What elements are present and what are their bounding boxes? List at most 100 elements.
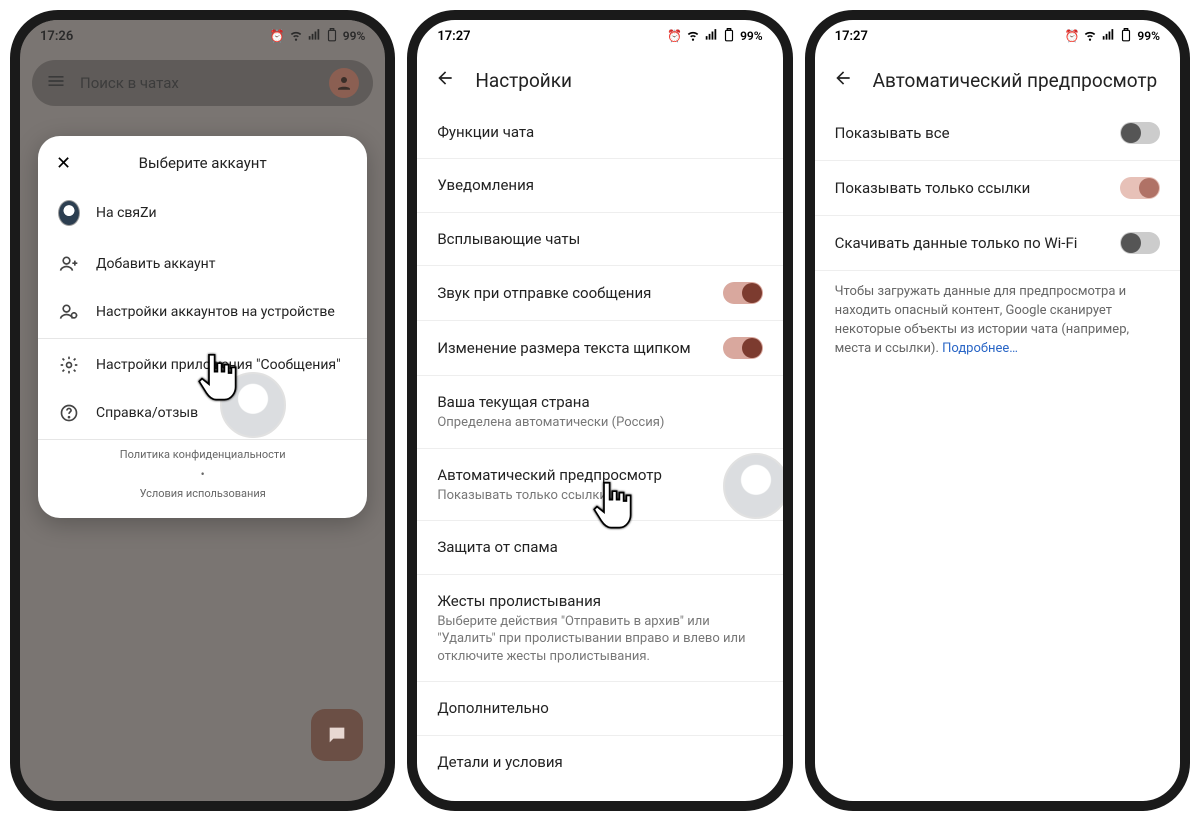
wifi-icon [1083, 28, 1097, 45]
profile-avatar-button[interactable] [329, 68, 359, 98]
row-swipe[interactable]: Жесты пролистывания Выберите действия "О… [417, 575, 782, 683]
help-icon [58, 403, 80, 423]
row-about[interactable]: Детали и условия [417, 736, 782, 788]
privacy-link[interactable]: Политика конфиденциальности [38, 442, 367, 467]
wifi-icon [289, 28, 303, 45]
row-chat-features[interactable]: Функции чата [417, 106, 782, 159]
row-send-sound[interactable]: Звук при отправке сообщения [417, 266, 782, 321]
row-auto-preview[interactable]: Автоматический предпросмотр Показывать т… [417, 449, 782, 522]
phone-2: 17:27 ⏰ 99% Настройки Функции чата Уведо… [407, 10, 792, 811]
toggle-send-sound[interactable] [723, 282, 763, 304]
statusbar: 17:26 ⏰ 99% [20, 20, 385, 52]
app-settings-row[interactable]: Настройки приложения "Сообщения" [38, 341, 367, 389]
row-pinch-text[interactable]: Изменение размера текста щипком [417, 321, 782, 376]
row-country[interactable]: Ваша текущая страна Определена автоматич… [417, 376, 782, 449]
toggle-wifi-only[interactable] [1120, 232, 1160, 254]
add-account-icon [58, 254, 80, 274]
back-icon[interactable] [435, 68, 455, 92]
row-label: Функции чата [437, 122, 762, 142]
preview-list: Показывать все Показывать только ссылки … [815, 106, 1180, 271]
appbar: Настройки [417, 52, 782, 106]
toggle-show-all[interactable] [1120, 122, 1160, 144]
device-accounts-icon [58, 302, 80, 322]
terms-link[interactable]: Условия использования [38, 481, 367, 506]
row-label: Детали и условия [437, 752, 762, 772]
signal-icon [307, 28, 321, 45]
row-label: Дополнительно [437, 698, 762, 718]
row-sublabel: Выберите действия "Отправить в архив" ил… [437, 613, 762, 666]
battery-icon [1119, 28, 1133, 45]
row-only-links[interactable]: Показывать только ссылки [815, 161, 1180, 216]
alarm-icon: ⏰ [1064, 29, 1079, 43]
signal-icon [1101, 28, 1115, 45]
account-row[interactable]: На свяZи [38, 186, 367, 240]
signal-icon [704, 28, 718, 45]
row-sublabel: Показывать только ссылки [437, 487, 762, 505]
footer-dot: • [38, 467, 367, 481]
app-settings-label: Настройки приложения "Сообщения" [96, 357, 341, 373]
row-spam[interactable]: Защита от спама [417, 521, 782, 574]
page-title: Настройки [475, 69, 572, 92]
row-label: Уведомления [437, 175, 762, 195]
search-placeholder: Поиск в чатах [80, 74, 315, 92]
learn-more-link[interactable]: Подробнее… [942, 341, 1018, 356]
row-label: Защита от спама [437, 537, 762, 557]
battery-text: 99% [1137, 29, 1160, 43]
alarm-icon: ⏰ [270, 29, 285, 43]
account-name: На свяZи [96, 205, 157, 221]
menu-icon[interactable] [46, 71, 66, 95]
row-wifi-only[interactable]: Скачивать данные только по Wi-Fi [815, 216, 1180, 271]
sheet-header: ✕ Выберите аккаунт [38, 136, 367, 186]
status-icons: ⏰ 99% [667, 28, 763, 45]
toggle-pinch-text[interactable] [723, 337, 763, 359]
wifi-icon [686, 28, 700, 45]
add-account-row[interactable]: Добавить аккаунт [38, 240, 367, 288]
toggle-only-links[interactable] [1120, 177, 1160, 199]
info-text: Чтобы загружать данные для предпросмотра… [815, 271, 1180, 358]
alarm-icon: ⏰ [667, 29, 682, 43]
status-time: 17:26 [40, 29, 73, 44]
row-label: Показывать только ссылки [835, 178, 1108, 198]
statusbar: 17:27 ⏰ 99% [815, 20, 1180, 52]
status-icons: ⏰ 99% [1064, 28, 1160, 45]
help-label: Справка/отзыв [96, 405, 198, 421]
add-account-label: Добавить аккаунт [96, 256, 215, 272]
row-label: Ваша текущая страна [437, 392, 762, 412]
row-label: Показывать все [835, 123, 1108, 143]
row-advanced[interactable]: Дополнительно [417, 682, 782, 735]
close-icon[interactable]: ✕ [56, 153, 71, 174]
battery-icon [722, 28, 736, 45]
help-row[interactable]: Справка/отзыв [38, 389, 367, 437]
status-icons: ⏰ 99% [270, 28, 366, 45]
search-bar[interactable]: Поиск в чатах [32, 60, 373, 106]
row-label: Автоматический предпросмотр [437, 465, 762, 485]
statusbar: 17:27 ⏰ 99% [417, 20, 782, 52]
status-time: 17:27 [835, 29, 868, 44]
row-label: Скачивать данные только по Wi-Fi [835, 233, 1108, 253]
page-title: Автоматический предпросмотр [873, 69, 1158, 92]
divider [38, 439, 367, 440]
battery-text: 99% [343, 29, 366, 43]
row-label: Звук при отправке сообщения [437, 283, 710, 303]
status-time: 17:27 [437, 29, 470, 44]
row-sublabel: Определена автоматически (Россия) [437, 414, 762, 432]
gear-icon [58, 355, 80, 375]
divider [38, 338, 367, 339]
battery-text: 99% [740, 29, 763, 43]
row-notifications[interactable]: Уведомления [417, 159, 782, 212]
appbar: Автоматический предпросмотр [815, 52, 1180, 106]
phone-3: 17:27 ⏰ 99% Автоматический предпросмотр … [805, 10, 1190, 811]
back-icon[interactable] [833, 68, 853, 92]
settings-list: Функции чата Уведомления Всплывающие чат… [417, 106, 782, 788]
battery-icon [325, 28, 339, 45]
row-label: Всплывающие чаты [437, 229, 762, 249]
background-ghost-avatar [220, 372, 286, 438]
row-show-all[interactable]: Показывать все [815, 106, 1180, 161]
device-accounts-row[interactable]: Настройки аккаунтов на устройстве [38, 288, 367, 336]
background-ghost-avatar [723, 453, 789, 519]
account-chooser-sheet: ✕ Выберите аккаунт На свяZи Добавить акк… [38, 136, 367, 518]
new-chat-fab[interactable] [311, 709, 363, 761]
row-bubbles[interactable]: Всплывающие чаты [417, 213, 782, 266]
device-accounts-label: Настройки аккаунтов на устройстве [96, 304, 335, 320]
phone-1: 17:26 ⏰ 99% Поиск в чатах ✕ Выберите акк [10, 10, 395, 811]
